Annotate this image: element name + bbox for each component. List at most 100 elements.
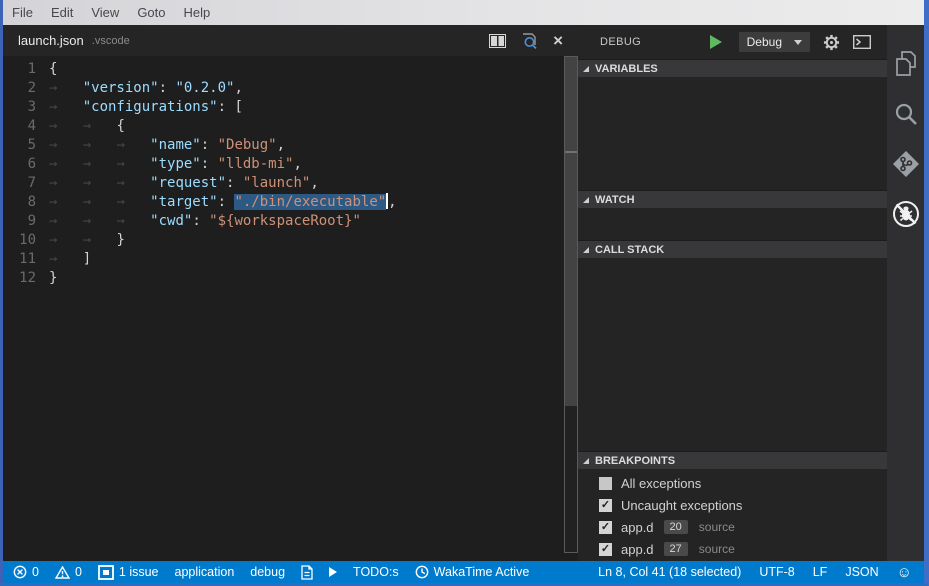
code-line[interactable]: 8→ → → "target": "./bin/executable", bbox=[3, 193, 564, 212]
editor-actions: × bbox=[489, 33, 563, 49]
section-title: BREAKPOINTS bbox=[595, 455, 675, 467]
checkbox-checked[interactable]: ✓ bbox=[599, 543, 612, 556]
checkbox-checked[interactable]: ✓ bbox=[599, 499, 612, 512]
line-number[interactable]: 11 bbox=[3, 250, 49, 269]
section-header-call-stack[interactable]: CALL STACK bbox=[578, 240, 887, 258]
code-line[interactable]: 12} bbox=[3, 269, 564, 288]
menu-view[interactable]: View bbox=[82, 0, 128, 25]
scrollbar-track[interactable] bbox=[564, 56, 578, 553]
breakpoint-row[interactable]: ✓Uncaught exceptions bbox=[578, 494, 887, 516]
line-number[interactable]: 12 bbox=[3, 269, 49, 288]
code-line[interactable]: 9→ → → "cwd": "${workspaceRoot}" bbox=[3, 212, 564, 231]
breakpoint-row[interactable]: ✓app.d20source bbox=[578, 516, 887, 538]
close-editor-icon[interactable]: × bbox=[553, 34, 563, 48]
code-line[interactable]: 3→ "configurations": [ bbox=[3, 98, 564, 117]
start-debug-icon[interactable] bbox=[710, 35, 722, 49]
breakpoint-row[interactable]: ✓app.d27source bbox=[578, 538, 887, 560]
problems-warnings[interactable]: 0 bbox=[55, 565, 82, 579]
section-header-variables[interactable]: VARIABLES bbox=[578, 59, 887, 77]
code-text: } bbox=[49, 269, 57, 288]
code-lines[interactable]: 1{2→ "version": "0.2.0",3→ "configuratio… bbox=[3, 56, 564, 561]
wakatime-label: WakaTime Active bbox=[434, 565, 530, 579]
line-number[interactable]: 3 bbox=[3, 98, 49, 117]
project-label: application bbox=[175, 565, 235, 579]
line-number[interactable]: 9 bbox=[3, 212, 49, 231]
todo-status[interactable]: TODO:s bbox=[353, 565, 399, 579]
code-line[interactable]: 5→ → → "name": "Debug", bbox=[3, 136, 564, 155]
editor-scrollbar[interactable] bbox=[564, 56, 578, 561]
menu-file[interactable]: File bbox=[3, 0, 42, 25]
code-line[interactable]: 2→ "version": "0.2.0", bbox=[3, 79, 564, 98]
search-icon[interactable] bbox=[887, 89, 924, 139]
todo-label: TODO:s bbox=[353, 565, 399, 579]
code-line[interactable]: 6→ → → "type": "lldb-mi", bbox=[3, 155, 564, 174]
tab-folder-label: .vscode bbox=[92, 35, 130, 47]
code-line[interactable]: 10→ → } bbox=[3, 231, 564, 250]
run-task-icon[interactable] bbox=[329, 567, 337, 577]
editor-group: launch.json .vscode bbox=[3, 25, 578, 561]
eol-indicator[interactable]: LF bbox=[813, 565, 828, 579]
encoding-indicator[interactable]: UTF-8 bbox=[759, 565, 794, 579]
project-status[interactable]: application bbox=[175, 565, 235, 579]
checkbox-checked[interactable]: ✓ bbox=[599, 521, 612, 534]
configure-gear-icon[interactable] bbox=[823, 34, 840, 51]
breakpoint-detail: source bbox=[699, 520, 735, 534]
clock-icon bbox=[415, 565, 429, 579]
breakpoint-label: app.d bbox=[621, 542, 654, 557]
menubar: FileEditViewGotoHelp bbox=[3, 0, 924, 25]
problems-errors[interactable]: 0 bbox=[13, 565, 39, 579]
scrollbar-thumb[interactable] bbox=[565, 57, 577, 406]
cursor-position[interactable]: Ln 8, Col 41 (18 selected) bbox=[598, 565, 741, 579]
main-area: launch.json .vscode bbox=[3, 25, 924, 561]
line-number[interactable]: 4 bbox=[3, 117, 49, 136]
checkbox-unchecked[interactable] bbox=[599, 477, 612, 490]
twistie-icon bbox=[583, 66, 589, 72]
menu-goto[interactable]: Goto bbox=[128, 0, 174, 25]
section-header-breakpoints[interactable]: BREAKPOINTS bbox=[578, 451, 887, 469]
line-number[interactable]: 7 bbox=[3, 174, 49, 193]
code-line[interactable]: 1{ bbox=[3, 60, 564, 79]
call-stack-body bbox=[578, 258, 887, 451]
debug-config-label: Debug bbox=[747, 35, 782, 49]
explorer-icon[interactable] bbox=[887, 39, 924, 89]
section-title: WATCH bbox=[595, 194, 635, 206]
line-number[interactable]: 6 bbox=[3, 155, 49, 174]
debug-config-dropdown[interactable]: Debug bbox=[739, 32, 810, 52]
code-line[interactable]: 11→ ] bbox=[3, 250, 564, 269]
breakpoint-line-badge: 27 bbox=[664, 542, 688, 556]
watch-body bbox=[578, 208, 887, 240]
code-text: → ] bbox=[49, 250, 91, 269]
build-config-status[interactable]: debug bbox=[250, 565, 285, 579]
issues-status[interactable]: 1 issue bbox=[98, 565, 159, 580]
breakpoint-label: app.d bbox=[621, 520, 654, 535]
wakatime-status[interactable]: WakaTime Active bbox=[415, 565, 530, 579]
feedback-smiley-icon[interactable]: ☺ bbox=[897, 565, 912, 580]
debug-console-icon[interactable] bbox=[853, 35, 871, 49]
code-line[interactable]: 4→ → { bbox=[3, 117, 564, 136]
breakpoint-row[interactable]: All exceptions bbox=[578, 472, 887, 494]
issues-label: 1 issue bbox=[119, 565, 159, 579]
line-number[interactable]: 8 bbox=[3, 193, 49, 212]
line-number[interactable]: 10 bbox=[3, 231, 49, 250]
line-number[interactable]: 2 bbox=[3, 79, 49, 98]
issues-icon bbox=[98, 565, 114, 580]
debug-icon[interactable] bbox=[887, 189, 924, 239]
file-icon[interactable] bbox=[301, 565, 313, 580]
open-preview-icon[interactable] bbox=[521, 33, 538, 49]
statusbar-left: 0 0 1 issue application bbox=[13, 565, 529, 580]
menu-edit[interactable]: Edit bbox=[42, 0, 82, 25]
chevron-down-icon bbox=[794, 40, 802, 45]
code-text: → → → "target": "./bin/executable", bbox=[49, 193, 397, 212]
section-header-watch[interactable]: WATCH bbox=[578, 190, 887, 208]
line-number[interactable]: 5 bbox=[3, 136, 49, 155]
git-icon[interactable] bbox=[887, 139, 924, 189]
language-mode[interactable]: JSON bbox=[845, 565, 878, 579]
section-title: VARIABLES bbox=[595, 63, 658, 75]
menu-help[interactable]: Help bbox=[175, 0, 220, 25]
editor-titlebar: launch.json .vscode bbox=[3, 25, 578, 56]
code-text: → → → "type": "lldb-mi", bbox=[49, 155, 302, 174]
tab-filename[interactable]: launch.json bbox=[18, 33, 84, 48]
code-line[interactable]: 7→ → → "request": "launch", bbox=[3, 174, 564, 193]
split-editor-icon[interactable] bbox=[489, 34, 506, 48]
line-number[interactable]: 1 bbox=[3, 60, 49, 79]
